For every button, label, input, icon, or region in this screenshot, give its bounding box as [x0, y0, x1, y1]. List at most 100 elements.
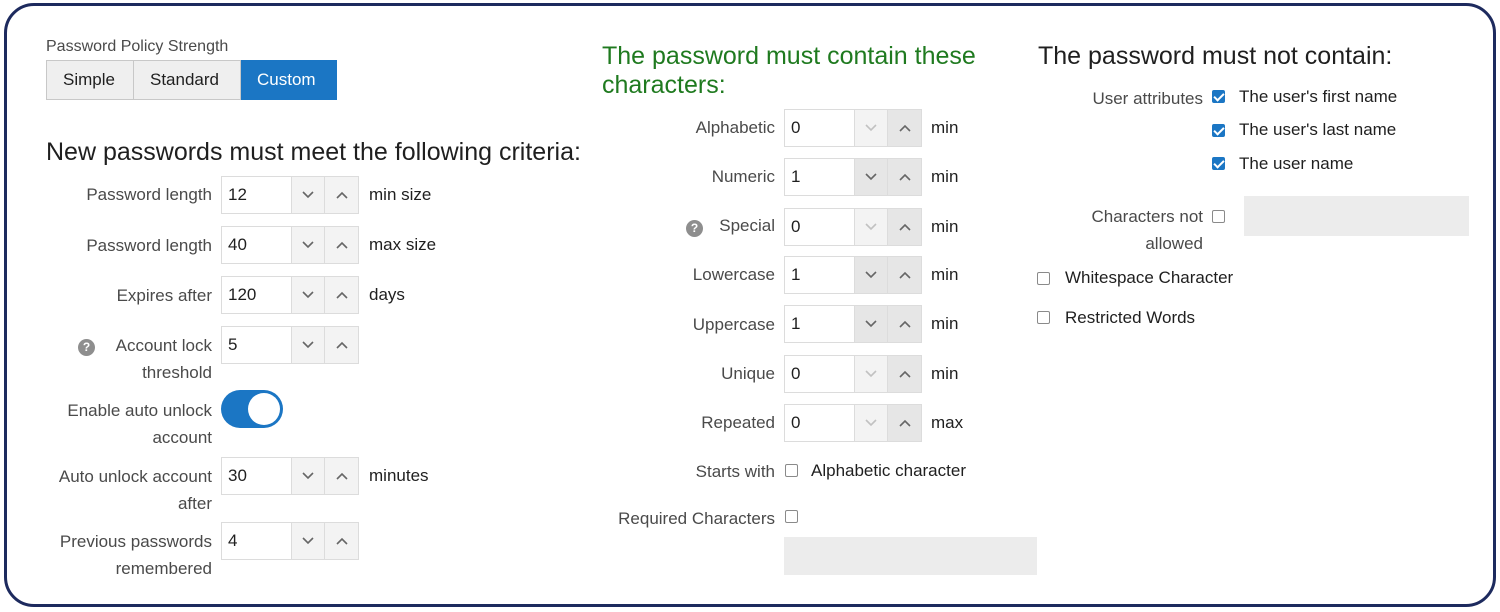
chevron-up-icon	[335, 467, 348, 485]
policy-strength-selector: Simple Standard Custom	[46, 60, 337, 100]
chevron-down-icon	[302, 186, 314, 204]
unique-unit: min	[931, 364, 959, 383]
characters-not-allowed-field[interactable]	[1244, 196, 1469, 236]
increment-button[interactable]	[888, 158, 922, 196]
chevron-up-icon	[335, 532, 348, 550]
decrement-button[interactable]	[291, 226, 325, 264]
starts-with-checkbox[interactable]	[785, 464, 798, 477]
expires-after-stepper	[221, 276, 359, 314]
last-name-checkbox[interactable]	[1212, 124, 1225, 137]
unique-label: Unique	[721, 364, 775, 383]
chevron-up-icon	[335, 186, 348, 204]
chevron-up-icon	[898, 315, 911, 333]
decrement-button[interactable]	[291, 176, 325, 214]
increment-button[interactable]	[888, 256, 922, 294]
criteria-heading: New passwords must meet the following cr…	[46, 138, 581, 166]
increment-button[interactable]	[888, 208, 922, 246]
required-characters-label: Required Characters	[618, 509, 775, 528]
decrement-button[interactable]	[854, 305, 888, 343]
lowercase-input[interactable]	[784, 256, 854, 294]
chevron-up-icon	[898, 119, 911, 137]
decrement-button[interactable]	[854, 256, 888, 294]
first-name-checkbox[interactable]	[1212, 90, 1225, 103]
starts-with-label: Starts with	[695, 462, 775, 481]
increment-button[interactable]	[888, 355, 922, 393]
chevron-up-icon	[898, 218, 911, 236]
must-not-contain-heading: The password must not contain:	[1038, 42, 1393, 70]
uppercase-unit: min	[931, 314, 959, 333]
account-lock-threshold-stepper	[221, 326, 359, 364]
decrement-button[interactable]	[854, 404, 888, 442]
alphabetic-input[interactable]	[784, 109, 854, 147]
increment-button[interactable]	[325, 522, 359, 560]
alphabetic-label: Alphabetic	[695, 118, 775, 137]
previous-passwords-stepper	[221, 522, 359, 560]
password-min-length-input[interactable]	[221, 176, 291, 214]
decrement-button[interactable]	[291, 276, 325, 314]
chevron-down-icon	[865, 119, 877, 137]
increment-button[interactable]	[888, 109, 922, 147]
alphabetic-stepper	[784, 109, 922, 147]
auto-unlock-toggle[interactable]	[221, 390, 283, 428]
increment-button[interactable]	[888, 404, 922, 442]
decrement-button[interactable]	[854, 109, 888, 147]
password-max-length-input[interactable]	[221, 226, 291, 264]
auto-unlock-after-label: Auto unlock account after	[58, 467, 212, 513]
special-input[interactable]	[784, 208, 854, 246]
chevron-up-icon	[335, 336, 348, 354]
uppercase-input[interactable]	[784, 305, 854, 343]
required-characters-checkbox[interactable]	[785, 510, 798, 523]
chevron-down-icon	[865, 414, 877, 432]
lowercase-stepper	[784, 256, 922, 294]
increment-button[interactable]	[325, 326, 359, 364]
whitespace-checkbox[interactable]	[1037, 272, 1050, 285]
previous-passwords-input[interactable]	[221, 522, 291, 560]
decrement-button[interactable]	[854, 355, 888, 393]
segment-custom[interactable]: Custom	[241, 60, 337, 100]
chevron-up-icon	[898, 266, 911, 284]
password-min-length-label: Password length	[86, 185, 212, 204]
user-name-checkbox[interactable]	[1212, 157, 1225, 170]
decrement-button[interactable]	[291, 326, 325, 364]
repeated-stepper	[784, 404, 922, 442]
increment-button[interactable]	[325, 276, 359, 314]
account-lock-threshold-input[interactable]	[221, 326, 291, 364]
auto-unlock-after-input[interactable]	[221, 457, 291, 495]
uppercase-stepper	[784, 305, 922, 343]
increment-button[interactable]	[325, 457, 359, 495]
decrement-button[interactable]	[291, 457, 325, 495]
chevron-down-icon	[302, 467, 314, 485]
decrement-button[interactable]	[854, 158, 888, 196]
numeric-label: Numeric	[711, 167, 775, 186]
chevron-down-icon	[865, 168, 877, 186]
auto-unlock-after-stepper	[221, 457, 359, 495]
increment-button[interactable]	[325, 176, 359, 214]
first-name-label: The user's first name	[1239, 87, 1398, 106]
chevron-up-icon	[335, 286, 348, 304]
help-circle-icon[interactable]: ?	[78, 339, 95, 356]
segment-standard[interactable]: Standard	[134, 60, 241, 100]
chevron-down-icon	[865, 365, 877, 383]
unique-input[interactable]	[784, 355, 854, 393]
required-characters-field[interactable]	[784, 537, 1037, 575]
repeated-unit: max	[931, 413, 964, 432]
chevron-down-icon	[302, 532, 314, 550]
decrement-button[interactable]	[854, 208, 888, 246]
repeated-input[interactable]	[784, 404, 854, 442]
numeric-input[interactable]	[784, 158, 854, 196]
last-name-label: The user's last name	[1239, 120, 1397, 139]
expires-after-input[interactable]	[221, 276, 291, 314]
increment-button[interactable]	[888, 305, 922, 343]
chevron-up-icon	[335, 236, 348, 254]
decrement-button[interactable]	[291, 522, 325, 560]
segment-simple[interactable]: Simple	[46, 60, 134, 100]
user-attributes-label: User attributes	[1092, 89, 1203, 108]
restricted-words-checkbox[interactable]	[1037, 311, 1050, 324]
chevron-down-icon	[302, 236, 314, 254]
chevron-down-icon	[865, 266, 877, 284]
restricted-words-label: Restricted Words	[1065, 308, 1196, 327]
chevron-up-icon	[898, 168, 911, 186]
increment-button[interactable]	[325, 226, 359, 264]
characters-not-allowed-checkbox[interactable]	[1212, 210, 1225, 223]
lowercase-unit: min	[931, 265, 959, 284]
